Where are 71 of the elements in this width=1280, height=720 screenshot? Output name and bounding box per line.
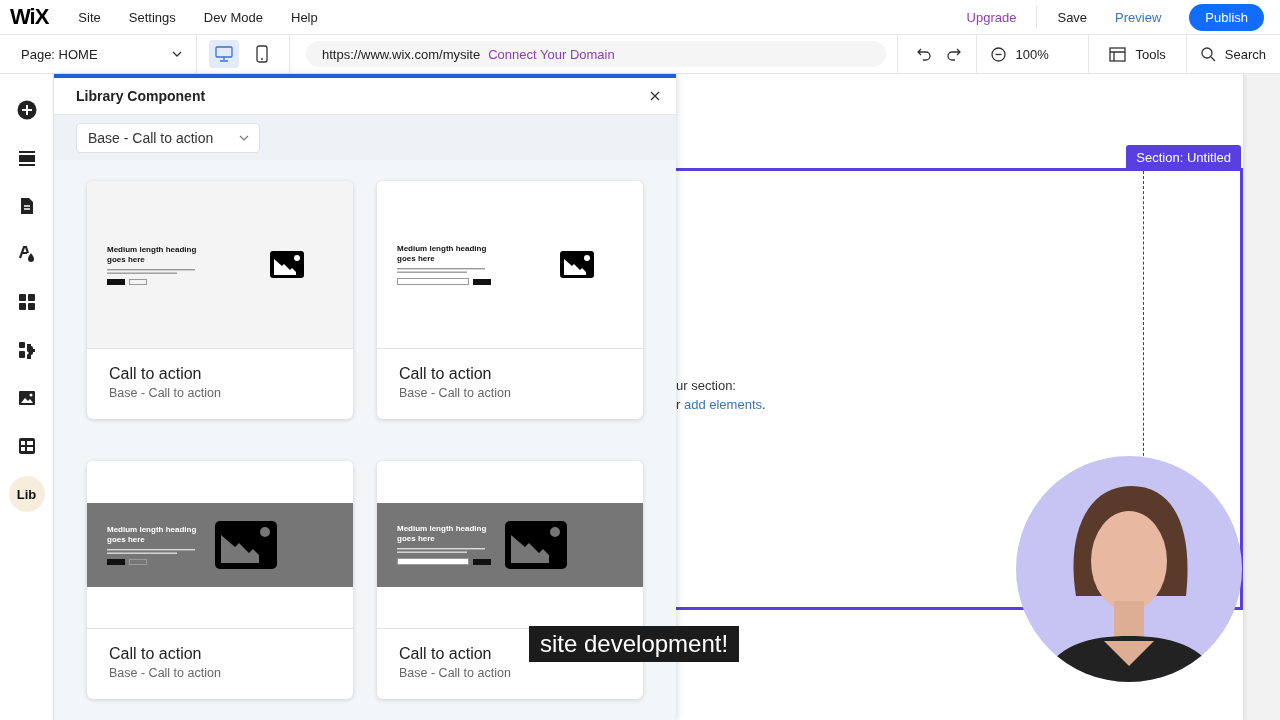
preview-email-field [397, 278, 469, 285]
card-title: Call to action [109, 645, 203, 663]
component-card[interactable]: Medium length heading goes here Call to action Base - Call to action [87, 461, 353, 699]
connect-domain-link[interactable]: Connect Your Domain [488, 46, 615, 62]
close-icon [650, 91, 660, 102]
preview-button [107, 558, 125, 565]
save-button[interactable]: Save [1057, 9, 1088, 25]
image-placeholder-icon [270, 250, 304, 278]
desktop-view-button[interactable] [209, 40, 239, 68]
site-url: https://www.wix.com/mysite [322, 46, 481, 62]
component-card[interactable]: Medium length heading goes here Call to action Base - Call to action [377, 181, 643, 419]
close-button[interactable] [650, 91, 660, 102]
upgrade-link[interactable]: Upgrade [966, 9, 1017, 25]
sections-icon [16, 148, 37, 168]
preview-button [107, 278, 125, 285]
component-card[interactable]: Medium length heading goes here Call to action Base - Call to action [87, 181, 353, 419]
card-subtitle: Base - Call to action [399, 666, 512, 680]
undo-icon [916, 47, 933, 61]
preview-button [473, 558, 491, 565]
zoom-button[interactable]: 100% [991, 46, 1049, 62]
desktop-icon [215, 46, 233, 62]
mobile-icon [256, 45, 268, 63]
preview-button[interactable]: Preview [1115, 9, 1162, 25]
chevron-down-icon [172, 51, 182, 57]
table-icon [16, 436, 37, 456]
page-selector-label: Page: HOME [21, 46, 98, 62]
preview-button [473, 278, 491, 285]
grid-icon [16, 292, 37, 312]
font-drop-icon [16, 244, 37, 264]
preview-button [129, 278, 147, 285]
card-title: Call to action [109, 365, 203, 383]
section-hint: ur section: [676, 377, 737, 395]
section-label: Section: Untitled [1126, 145, 1241, 170]
puzzle-icon [16, 340, 37, 360]
search-button[interactable]: Search [1200, 46, 1266, 62]
zoom-out-icon [991, 46, 1007, 62]
card-title: Call to action [399, 365, 493, 383]
redo-button[interactable] [946, 47, 963, 61]
chevron-down-icon [239, 134, 249, 141]
tools-button[interactable]: Tools [1109, 46, 1166, 62]
image-icon [16, 388, 37, 408]
sidebar-button[interactable]: Lib [8, 476, 45, 512]
panel-title: Library Component [76, 88, 206, 105]
section-hint: r add elements. [676, 396, 766, 414]
image-placeholder-icon [505, 520, 567, 569]
menu-item[interactable]: Help [291, 9, 318, 25]
menu-item[interactable]: Dev Mode [203, 9, 263, 25]
add-icon [16, 100, 37, 120]
preview-email-field [397, 558, 469, 565]
image-placeholder-icon [215, 520, 277, 569]
preview-heading: Medium length heading goes here [107, 524, 198, 545]
redo-icon [946, 47, 963, 61]
page-selector[interactable]: Page: HOME [0, 35, 196, 73]
video-caption: site development! [529, 626, 740, 662]
category-dropdown[interactable]: Base - Call to action [76, 122, 260, 153]
card-subtitle: Base - Call to action [109, 666, 222, 680]
menu-item[interactable]: Site [78, 9, 101, 25]
preview-button [129, 558, 147, 565]
card-subtitle: Base - Call to action [399, 386, 512, 400]
menu-item[interactable]: Settings [128, 9, 176, 25]
wix-logo[interactable]: WiX [10, 4, 49, 30]
preview-heading: Medium length heading goes here [397, 524, 488, 544]
publish-button[interactable]: Publish [1189, 3, 1264, 31]
card-subtitle: Base - Call to action [109, 386, 222, 400]
search-icon [1200, 46, 1216, 62]
preview-heading: Medium length heading goes here [397, 244, 488, 264]
undo-button[interactable] [916, 47, 933, 61]
panel-layout-icon [1109, 46, 1127, 62]
add-elements-link[interactable]: add elements [683, 397, 762, 412]
image-placeholder-icon [560, 250, 594, 278]
preview-heading: Medium length heading goes here [107, 244, 198, 265]
